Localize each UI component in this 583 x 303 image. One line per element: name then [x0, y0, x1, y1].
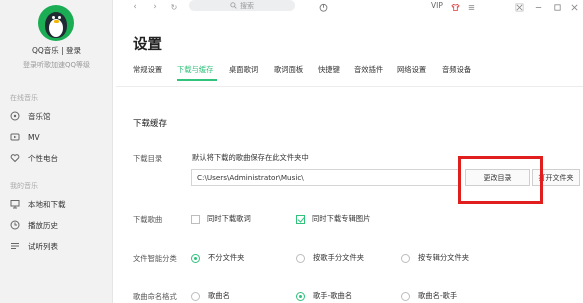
mv-icon: [10, 132, 20, 142]
vip-button[interactable]: VIP: [431, 1, 443, 10]
radio-label: 按歌手分文件夹: [313, 253, 365, 262]
section-online-music: 在线音乐: [10, 94, 38, 102]
classify-label: 文件智能分类: [133, 254, 177, 263]
radio-unselected: [191, 291, 200, 301]
sidebar-item-label: 个性电台: [28, 153, 58, 163]
naming-option-artist-song[interactable]: 歌手-歌曲名: [296, 291, 352, 301]
open-folder-button[interactable]: 打开文件夹: [532, 169, 580, 186]
forward-icon: ›: [153, 2, 157, 12]
search-input[interactable]: 搜索: [189, 0, 295, 11]
classify-option-none[interactable]: 不分文件夹: [191, 253, 244, 263]
sidebar-item-radio[interactable]: 个性电台: [10, 150, 110, 166]
change-dir-button[interactable]: 更改目录: [465, 169, 530, 186]
minimize-button[interactable]: [533, 1, 543, 13]
menu-button[interactable]: [466, 1, 476, 13]
avatar[interactable]: [38, 5, 74, 41]
checkbox-label: 同时下载歌词: [207, 214, 251, 223]
radio-heart-icon: [10, 153, 20, 163]
radio-selected: [296, 291, 305, 301]
page-title: 设置: [133, 37, 162, 53]
sidebar-item-music-hall[interactable]: 音乐馆: [10, 108, 110, 124]
maximize-icon: [553, 3, 561, 11]
sidebar-item-label: MV: [28, 132, 40, 142]
back-button[interactable]: ‹: [130, 1, 140, 13]
tab-sound-plugins[interactable]: 音效插件: [354, 65, 383, 75]
minimize-icon: [535, 6, 541, 8]
forward-button[interactable]: ›: [150, 1, 160, 13]
section-title-download-cache: 下载缓存: [133, 119, 168, 129]
close-icon: [571, 4, 577, 10]
radio-label: 歌曲名: [208, 291, 230, 300]
tab-desktop-lyrics[interactable]: 桌面歌词: [229, 65, 258, 75]
download-cover-checkbox[interactable]: 同时下载专辑图片: [296, 214, 370, 224]
sidebar-item-label: 音乐馆: [28, 111, 51, 121]
sidebar-item-label: 试听列表: [28, 241, 58, 251]
checkbox-box: [191, 214, 200, 224]
tab-lyrics-panel[interactable]: 歌词面板: [274, 65, 303, 75]
listen-identify-button[interactable]: [317, 1, 329, 13]
close-button[interactable]: [569, 1, 579, 13]
radio-unselected: [401, 253, 410, 263]
list-icon: [10, 241, 20, 251]
tabs-divider: [116, 86, 583, 87]
sidebar-item-mv[interactable]: MV: [10, 129, 110, 145]
classify-option-by-album[interactable]: 按专辑分文件夹: [401, 253, 469, 263]
tab-general[interactable]: 常规设置: [133, 65, 162, 75]
tab-audio-device[interactable]: 音频设备: [442, 65, 471, 75]
user-name[interactable]: QQ音乐 | 登录: [0, 45, 113, 56]
music-recognition-icon: [319, 3, 327, 12]
checkbox-box-checked: [296, 214, 305, 224]
search-icon: [230, 2, 237, 9]
tab-network[interactable]: 网络设置: [397, 65, 426, 75]
radio-selected: [191, 253, 200, 263]
top-bar: ‹ › ↻ 搜索 VIP: [114, 0, 583, 16]
search-placeholder: 搜索: [240, 1, 254, 10]
mini-mode-icon: [515, 3, 523, 11]
download-dir-label: 下载目录: [133, 154, 163, 163]
tab-shortcuts[interactable]: 快捷键: [318, 65, 340, 75]
radio-label: 歌手-歌曲名: [313, 291, 353, 300]
refresh-icon: ↻: [170, 2, 178, 12]
refresh-button[interactable]: ↻: [169, 1, 179, 13]
radio-unselected: [401, 291, 410, 301]
naming-option-song-artist[interactable]: 歌曲名-歌手: [401, 291, 457, 301]
classify-option-by-artist[interactable]: 按歌手分文件夹: [296, 253, 364, 263]
download-dir-hint: 默认将下载的歌曲保存在此文件夹中: [192, 153, 309, 162]
download-songs-label: 下载歌曲: [133, 215, 163, 224]
user-subtitle: 登录听歌加速QQ等级: [22, 61, 91, 69]
tshirt-icon: [451, 3, 460, 11]
back-icon: ‹: [133, 2, 137, 12]
download-lyrics-checkbox[interactable]: 同时下载歌词: [191, 214, 251, 224]
computer-icon: [10, 199, 20, 209]
skin-button[interactable]: [450, 1, 461, 13]
sidebar-item-label: 播放历史: [28, 220, 58, 230]
radio-label: 歌曲名-歌手: [418, 291, 458, 300]
section-my-music: 我的音乐: [10, 182, 38, 190]
radio-label: 不分文件夹: [208, 253, 245, 262]
naming-option-song[interactable]: 歌曲名: [191, 291, 230, 301]
naming-format-label: 歌曲命名格式: [133, 292, 177, 301]
history-icon: [10, 220, 20, 230]
sidebar-item-local-download[interactable]: 本地和下载: [10, 196, 110, 212]
sidebar-item-trial-list[interactable]: 试听列表: [10, 238, 110, 254]
tab-download-cache[interactable]: 下载与缓存: [177, 65, 213, 75]
maximize-button[interactable]: [552, 1, 562, 13]
active-tab-indicator: [177, 79, 217, 81]
sidebar-item-history[interactable]: 播放历史: [10, 217, 110, 233]
checkbox-label: 同时下载专辑图片: [312, 214, 371, 223]
mini-mode-button[interactable]: [514, 1, 524, 13]
sidebar-item-label: 本地和下载: [28, 199, 66, 209]
radio-label: 按专辑分文件夹: [418, 253, 470, 262]
sidebar: QQ音乐 | 登录 登录听歌加速QQ等级 在线音乐 音乐馆 MV 个性电台 我的…: [0, 0, 113, 303]
radio-unselected: [296, 253, 305, 263]
music-hall-icon: [10, 111, 20, 121]
menu-icon: [468, 4, 474, 10]
download-path-field[interactable]: [191, 169, 461, 186]
